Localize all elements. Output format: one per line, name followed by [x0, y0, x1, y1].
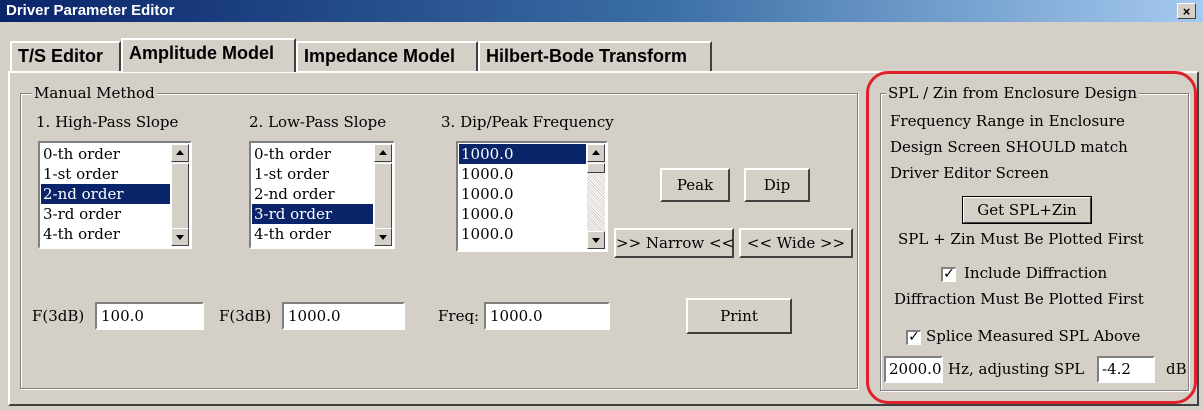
scroll-up-button[interactable] [374, 144, 392, 162]
scroll-down-button[interactable] [587, 231, 605, 249]
list-item-selected[interactable]: 3-rd order [252, 204, 373, 224]
high-pass-slope-label: 1. High-Pass Slope [36, 113, 179, 131]
lp-f3db-input[interactable]: 1000.0 [282, 302, 405, 330]
list-item[interactable]: 4-th order [252, 224, 373, 244]
dip-peak-frequency-label: 3. Dip/Peak Frequency [441, 113, 614, 131]
chevron-up-icon [176, 150, 184, 155]
low-pass-slope-label: 2. Low-Pass Slope [249, 113, 387, 131]
scroll-thumb[interactable] [171, 163, 189, 229]
wide-button[interactable]: << Wide >> [739, 228, 853, 258]
scroll-thumb[interactable] [374, 163, 392, 229]
tab-impedance-model[interactable]: Impedance Model [296, 41, 478, 71]
list-item[interactable]: 1-st order [252, 164, 373, 184]
list-item[interactable]: 4-th order [41, 224, 170, 244]
narrow-button[interactable]: >> Narrow << [614, 228, 734, 258]
list-item-selected[interactable]: 1000.0 [459, 144, 586, 164]
list-item[interactable]: 1000.0 [459, 204, 586, 224]
list-item[interactable]: 2-nd order [252, 184, 373, 204]
freq-label: Freq: [438, 307, 480, 325]
scrollbar[interactable] [587, 144, 605, 249]
tab-hilbert-bode-transform[interactable]: Hilbert-Bode Transform [478, 41, 712, 71]
lp-f3db-label: F(3dB) [219, 307, 272, 325]
scroll-up-button[interactable] [587, 144, 605, 162]
low-pass-slope-list[interactable]: 0-th order 1-st order 2-nd order 3-rd or… [249, 141, 395, 249]
scrollbar[interactable] [171, 144, 189, 246]
dip-peak-frequency-list[interactable]: 1000.0 1000.0 1000.0 1000.0 1000.0 [456, 141, 608, 252]
hp-f3db-input[interactable]: 100.0 [95, 302, 204, 330]
chevron-down-icon [176, 235, 184, 240]
chevron-up-icon [379, 150, 387, 155]
tab-amplitude-model[interactable]: Amplitude Model [121, 38, 296, 72]
list-item[interactable]: 1000.0 [459, 164, 586, 184]
highlight-outline [866, 71, 1197, 404]
scroll-up-button[interactable] [171, 144, 189, 162]
scroll-thumb[interactable] [587, 163, 605, 173]
list-item[interactable]: 0-th order [252, 144, 373, 164]
list-item[interactable]: 1-st order [41, 164, 170, 184]
scroll-down-button[interactable] [171, 228, 189, 246]
chevron-down-icon [592, 238, 600, 243]
scroll-down-button[interactable] [374, 228, 392, 246]
list-item[interactable]: 0-th order [41, 144, 170, 164]
chevron-down-icon [379, 235, 387, 240]
scrollbar[interactable] [374, 144, 392, 246]
list-item[interactable]: 3-rd order [41, 204, 170, 224]
chevron-up-icon [592, 150, 600, 155]
tab-ts-editor[interactable]: T/S Editor [10, 41, 121, 71]
title-bar [0, 0, 1203, 22]
print-button[interactable]: Print [686, 298, 792, 334]
list-item[interactable]: 1000.0 [459, 224, 586, 244]
freq-input[interactable]: 1000.0 [484, 302, 610, 330]
peak-button[interactable]: Peak [660, 168, 730, 202]
list-item[interactable]: 1000.0 [459, 184, 586, 204]
manual-method-legend: Manual Method [32, 84, 157, 102]
hp-f3db-label: F(3dB) [32, 307, 85, 325]
close-button[interactable]: × [1177, 3, 1196, 19]
window-title: Driver Parameter Editor [6, 2, 175, 19]
high-pass-slope-list[interactable]: 0-th order 1-st order 2-nd order 3-rd or… [38, 141, 192, 249]
dip-button[interactable]: Dip [744, 168, 810, 202]
list-item-selected[interactable]: 2-nd order [41, 184, 170, 204]
